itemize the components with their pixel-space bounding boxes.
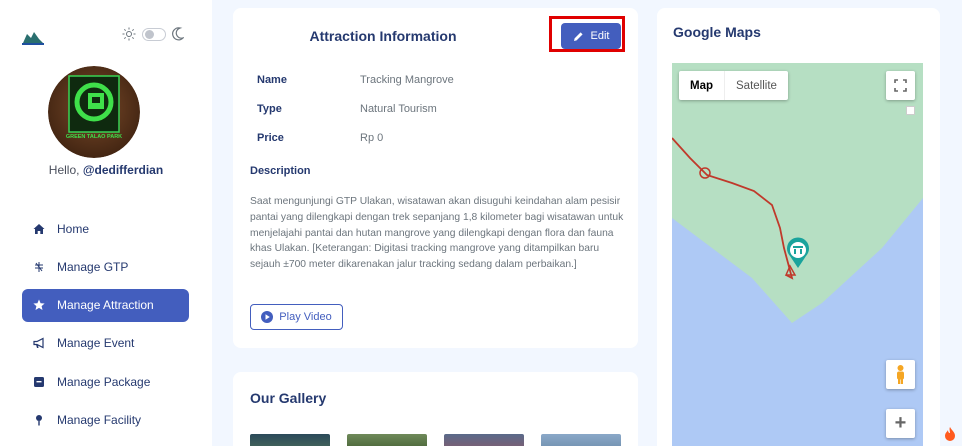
field-value: Rp 0 <box>360 132 384 144</box>
sidebar-item-manage-facility[interactable]: Manage Facility <box>22 403 189 436</box>
sidebar-item-label: Home <box>57 221 90 236</box>
fullscreen-button[interactable] <box>886 71 915 100</box>
play-video-label: Play Video <box>279 311 332 323</box>
map-view[interactable]: Map Satellite + <box>672 63 923 446</box>
attraction-info-card: Attraction Information Edit Name Trackin… <box>233 8 638 348</box>
map-checkbox[interactable] <box>906 106 915 115</box>
greeting: Hello, @dedifferdian <box>0 163 212 177</box>
sidebar-item-label: Manage GTP <box>57 259 129 274</box>
gallery-thumbnail[interactable] <box>347 434 427 446</box>
star-icon <box>33 299 45 311</box>
theme-toggle <box>122 27 184 41</box>
fullscreen-icon <box>894 79 907 92</box>
sidebar-item-label: Manage Package <box>57 374 151 389</box>
sidebar-item-manage-gtp[interactable]: Manage GTP <box>22 250 189 283</box>
map-type-control: Map Satellite <box>679 71 788 100</box>
map-type-map[interactable]: Map <box>679 71 724 100</box>
sidebar-item-manage-package[interactable]: Manage Package <box>22 365 189 398</box>
zoom-in-button[interactable]: + <box>886 409 915 438</box>
pegman-icon <box>897 365 904 384</box>
pegman-button[interactable] <box>886 360 915 389</box>
sidebar: GREEN TALAO PARK Hello, @dedifferdian Ho… <box>0 0 212 446</box>
description-label: Description <box>250 165 311 177</box>
map-type-satellite[interactable]: Satellite <box>724 71 788 100</box>
svg-text:GREEN TALAO PARK: GREEN TALAO PARK <box>66 134 122 140</box>
map-card: Google Maps Map Satellite + <box>657 8 940 446</box>
sidebar-item-manage-attraction[interactable]: Manage Attraction <box>22 288 189 322</box>
play-icon <box>261 311 274 323</box>
field-row-price: Price Rp 0 <box>257 132 383 144</box>
sidebar-item-label: Manage Event <box>57 336 135 351</box>
sidebar-menu: Home Manage GTP Manage Attraction Manage… <box>22 212 189 442</box>
sidebar-item-home[interactable]: Home <box>22 212 189 245</box>
sidebar-item-label: Manage Attraction <box>57 298 154 313</box>
dark-mode-switch[interactable] <box>142 27 166 41</box>
green-talao-park-logo-icon: GREEN TALAO PARK <box>48 66 140 158</box>
description-text: Saat mengunjungi GTP Ulakan, wisatawan a… <box>250 196 624 271</box>
gallery-title: Our Gallery <box>250 390 327 406</box>
pin-icon <box>36 414 42 426</box>
edit-button[interactable]: Edit <box>561 23 621 49</box>
package-icon <box>34 376 44 387</box>
field-label: Type <box>257 103 282 115</box>
gallery-thumbnail[interactable] <box>444 434 524 446</box>
greeting-prefix: Hello, <box>48 163 83 177</box>
megaphone-icon <box>33 337 44 349</box>
home-icon <box>33 223 45 234</box>
avatar: GREEN TALAO PARK <box>48 66 140 158</box>
play-video-button[interactable]: Play Video <box>250 304 343 330</box>
map-title: Google Maps <box>673 24 761 40</box>
field-label: Name <box>257 74 287 86</box>
grid-icon <box>35 261 43 272</box>
field-value: Tracking Mangrove <box>360 74 454 86</box>
sidebar-item-label: Manage Facility <box>57 412 142 427</box>
field-value: Natural Tourism <box>360 103 437 115</box>
sun-icon <box>122 27 136 41</box>
edit-button-label: Edit <box>590 30 610 42</box>
gallery-thumbnail[interactable] <box>541 434 621 446</box>
moon-icon <box>172 27 184 41</box>
sidebar-item-manage-event[interactable]: Manage Event <box>22 327 189 360</box>
flame-icon[interactable] <box>943 426 957 442</box>
gallery-thumbnail[interactable] <box>250 434 330 446</box>
card-title: Attraction Information <box>309 28 457 44</box>
site-logo[interactable] <box>22 29 44 45</box>
field-label: Price <box>257 132 284 144</box>
pencil-icon <box>573 31 583 41</box>
field-row-name: Name Tracking Mangrove <box>257 74 454 86</box>
username: @dedifferdian <box>82 163 164 177</box>
gallery-card: Our Gallery <box>233 372 638 446</box>
field-row-type: Type Natural Tourism <box>257 103 437 115</box>
